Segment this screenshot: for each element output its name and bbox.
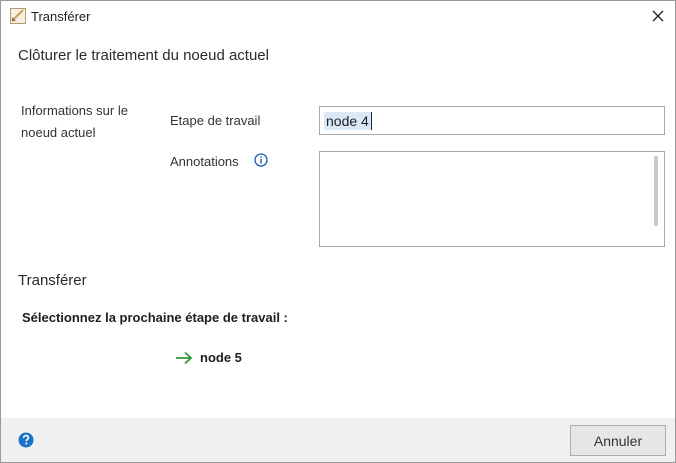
app-icon <box>10 8 26 24</box>
current-node-section-label: Informations sur le noeud actuel <box>21 103 128 140</box>
dialog-heading: Clôturer le traitement du noeud actuel <box>18 47 269 64</box>
cancel-button[interactable]: Annuler <box>570 425 666 456</box>
close-button[interactable] <box>641 1 675 31</box>
work-step-label: Etape de travail <box>170 113 261 128</box>
window-title: Transférer <box>31 9 91 24</box>
arrow-right-icon <box>175 351 193 370</box>
title-bar: Transférer <box>1 1 675 31</box>
close-icon <box>652 10 664 22</box>
work-step-input[interactable]: node 4 <box>319 106 665 135</box>
transfer-heading: Transférer <box>18 272 87 289</box>
annotations-scrollbar[interactable] <box>654 156 658 226</box>
dialog-footer: Annuler <box>1 418 675 462</box>
info-icon[interactable] <box>254 153 268 167</box>
annotations-label: Annotations <box>170 154 239 169</box>
work-step-value: node 4 <box>324 112 372 130</box>
annotations-textarea[interactable] <box>319 151 665 247</box>
next-step-label: node 5 <box>200 350 242 365</box>
help-icon[interactable] <box>18 432 34 448</box>
next-step-prompt: Sélectionnez la prochaine étape de trava… <box>22 310 288 325</box>
transfer-dialog: Transférer Clôturer le traitement du noe… <box>0 0 676 463</box>
